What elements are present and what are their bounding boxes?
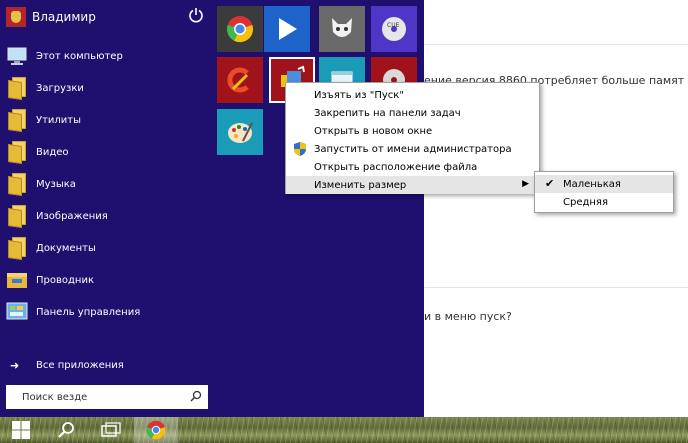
- folder-icon: [6, 237, 28, 260]
- folder-icon: [6, 173, 28, 196]
- submenu-item-label: Средняя: [563, 196, 608, 208]
- chrome-icon: [146, 420, 166, 440]
- app-list: Этот компьютер Загрузки Утилиты Видео Му…: [0, 40, 215, 328]
- app-item-utilities[interactable]: Утилиты: [0, 104, 215, 136]
- app-label: Утилиты: [36, 114, 82, 126]
- chevron-right-icon: ▶: [522, 179, 529, 189]
- app-label: Видео: [36, 146, 69, 158]
- ccleaner-icon: [227, 67, 249, 93]
- menu-item-label: Изъять из "Пуск": [314, 89, 404, 101]
- folder-icon: [6, 141, 28, 164]
- divider: [424, 287, 688, 288]
- search-box[interactable]: [6, 385, 208, 409]
- divider: [424, 44, 688, 45]
- submenu-item-small[interactable]: ✔ Маленькая: [535, 175, 673, 193]
- arrow-right-icon: ➜: [10, 358, 20, 372]
- start-menu: Владимир Этот компьютер Загрузки Утилиты: [0, 0, 424, 417]
- taskbar-chrome-button[interactable]: [134, 417, 178, 443]
- menu-item-unpin-start[interactable]: Изъять из "Пуск": [286, 86, 539, 104]
- chrome-icon: [227, 16, 253, 43]
- power-icon[interactable]: [188, 7, 204, 23]
- menu-item-open-new-window[interactable]: Открыть в новом окне: [286, 122, 539, 140]
- tile-foobar[interactable]: [319, 6, 365, 52]
- palette-icon: [228, 122, 253, 143]
- menu-item-pin-taskbar[interactable]: Закрепить на панели задач: [286, 104, 539, 122]
- menu-item-open-file-location[interactable]: Открыть расположение файла: [286, 158, 539, 176]
- menu-item-label: Закрепить на панели задач: [314, 107, 461, 119]
- user-name: Владимир: [32, 10, 96, 24]
- context-menu: Изъять из "Пуск" Закрепить на панели зад…: [285, 82, 540, 194]
- submenu-item-medium[interactable]: Средняя: [535, 193, 673, 211]
- checkmark-icon: ✔: [545, 177, 555, 190]
- submenu-item-label: Маленькая: [563, 178, 621, 190]
- app-item-video[interactable]: Видео: [0, 136, 215, 168]
- play-icon: [279, 18, 297, 40]
- tile-ccleaner[interactable]: [217, 57, 263, 103]
- app-item-downloads[interactable]: Загрузки: [0, 72, 215, 104]
- taskbar: [0, 417, 688, 443]
- app-label: Загрузки: [36, 82, 84, 94]
- control-panel-icon: [6, 301, 28, 323]
- search-icon[interactable]: [190, 390, 202, 402]
- app-item-documents[interactable]: Документы: [0, 232, 215, 264]
- tile-chrome[interactable]: [217, 6, 263, 52]
- menu-item-label: Открыть расположение файла: [314, 161, 478, 173]
- folder-icon: [6, 109, 28, 132]
- app-item-music[interactable]: Музыка: [0, 168, 215, 200]
- avatar: [6, 7, 26, 27]
- computer-icon: [6, 45, 28, 67]
- user-account[interactable]: Владимир: [6, 6, 212, 28]
- app-item-explorer[interactable]: Проводник: [0, 264, 215, 296]
- app-item-this-pc[interactable]: Этот компьютер: [0, 40, 215, 72]
- app-label: Документы: [36, 242, 96, 254]
- menu-item-label: Изменить размер: [314, 179, 407, 191]
- menu-item-resize[interactable]: Изменить размер ▶: [286, 176, 539, 194]
- tile-media-player[interactable]: [264, 6, 310, 52]
- app-item-pictures[interactable]: Изображения: [0, 200, 215, 232]
- app-label: Проводник: [36, 274, 94, 286]
- uac-shield-icon: [294, 142, 306, 156]
- task-view-icon: [101, 422, 121, 437]
- menu-item-run-as-admin[interactable]: Запустить от имени администратора: [286, 140, 539, 158]
- folder-icon: [6, 77, 28, 100]
- cat-icon: [332, 18, 352, 37]
- task-view-button[interactable]: [89, 417, 133, 443]
- tile-paint[interactable]: [217, 109, 263, 155]
- app-label: Музыка: [36, 178, 76, 190]
- menu-item-label: Запустить от имени администратора: [314, 143, 512, 155]
- start-left-pane: Владимир Этот компьютер Загрузки Утилиты: [0, 0, 215, 417]
- start-button[interactable]: [0, 417, 42, 443]
- app-label: Панель управления: [36, 306, 141, 318]
- disc-icon: CUE: [382, 17, 406, 41]
- search-input[interactable]: [22, 391, 182, 403]
- menu-item-label: Открыть в новом окне: [314, 125, 433, 137]
- app-label: Этот компьютер: [36, 50, 123, 62]
- explorer-icon: [6, 269, 28, 291]
- folder-icon: [6, 205, 28, 228]
- taskbar-search-button[interactable]: [44, 417, 88, 443]
- svg-text:CUE: CUE: [387, 22, 400, 29]
- all-apps-button[interactable]: ➜ Все приложения: [0, 355, 215, 375]
- size-submenu: ✔ Маленькая Средняя: [534, 171, 674, 213]
- app-item-control-panel[interactable]: Панель управления: [0, 296, 215, 328]
- app-label: Изображения: [36, 210, 108, 222]
- all-apps-label: Все приложения: [36, 359, 124, 371]
- background-text-line2: и в меню пуск?: [424, 310, 512, 323]
- tile-cue-disc[interactable]: CUE: [371, 6, 417, 52]
- windows-logo-icon: [12, 421, 30, 439]
- search-icon: [58, 422, 74, 438]
